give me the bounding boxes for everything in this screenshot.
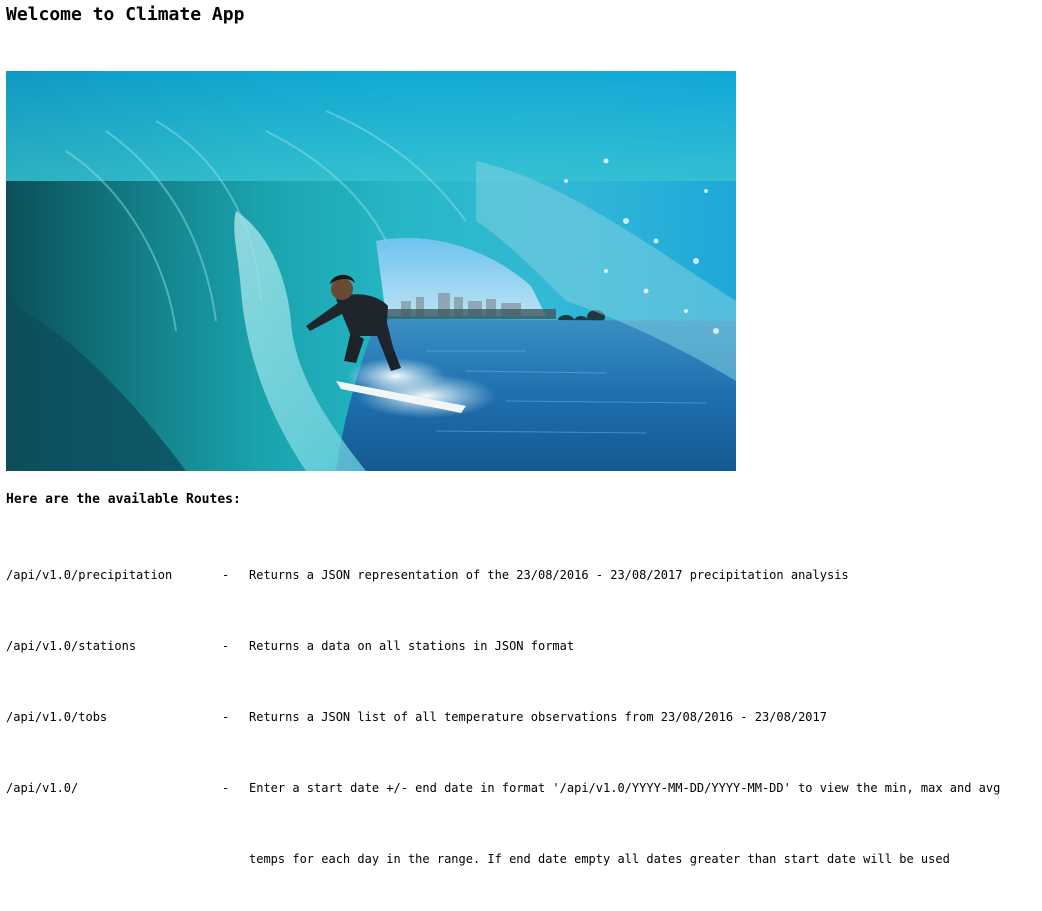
route-description: Returns a JSON representation of the 23/…: [249, 568, 849, 582]
hero-image: [6, 71, 736, 471]
route-separator: -: [222, 781, 230, 795]
route-description-continuation: temps for each day in the range. If end …: [249, 852, 950, 866]
routes-heading: Here are the available Routes:: [6, 492, 241, 507]
route-description: Enter a start date +/- end date in forma…: [249, 781, 1001, 795]
page: Welcome to Climate App Here are the avai…: [0, 0, 1042, 911]
route-separator: -: [222, 568, 230, 582]
route-description: Returns a JSON list of all temperature o…: [249, 710, 827, 724]
route-description: Returns a data on all stations in JSON f…: [249, 639, 575, 653]
surfer-in-wave-photo: [6, 71, 736, 471]
page-title: Welcome to Climate App: [6, 4, 245, 25]
route-path: /api/v1.0/stations: [6, 639, 137, 653]
route-separator: -: [222, 639, 230, 653]
route-path: /api/v1.0/tobs: [6, 710, 108, 724]
route-separator: -: [222, 710, 230, 724]
route-path: /api/v1.0/: [6, 781, 79, 795]
route-path: /api/v1.0/precipitation: [6, 568, 173, 582]
